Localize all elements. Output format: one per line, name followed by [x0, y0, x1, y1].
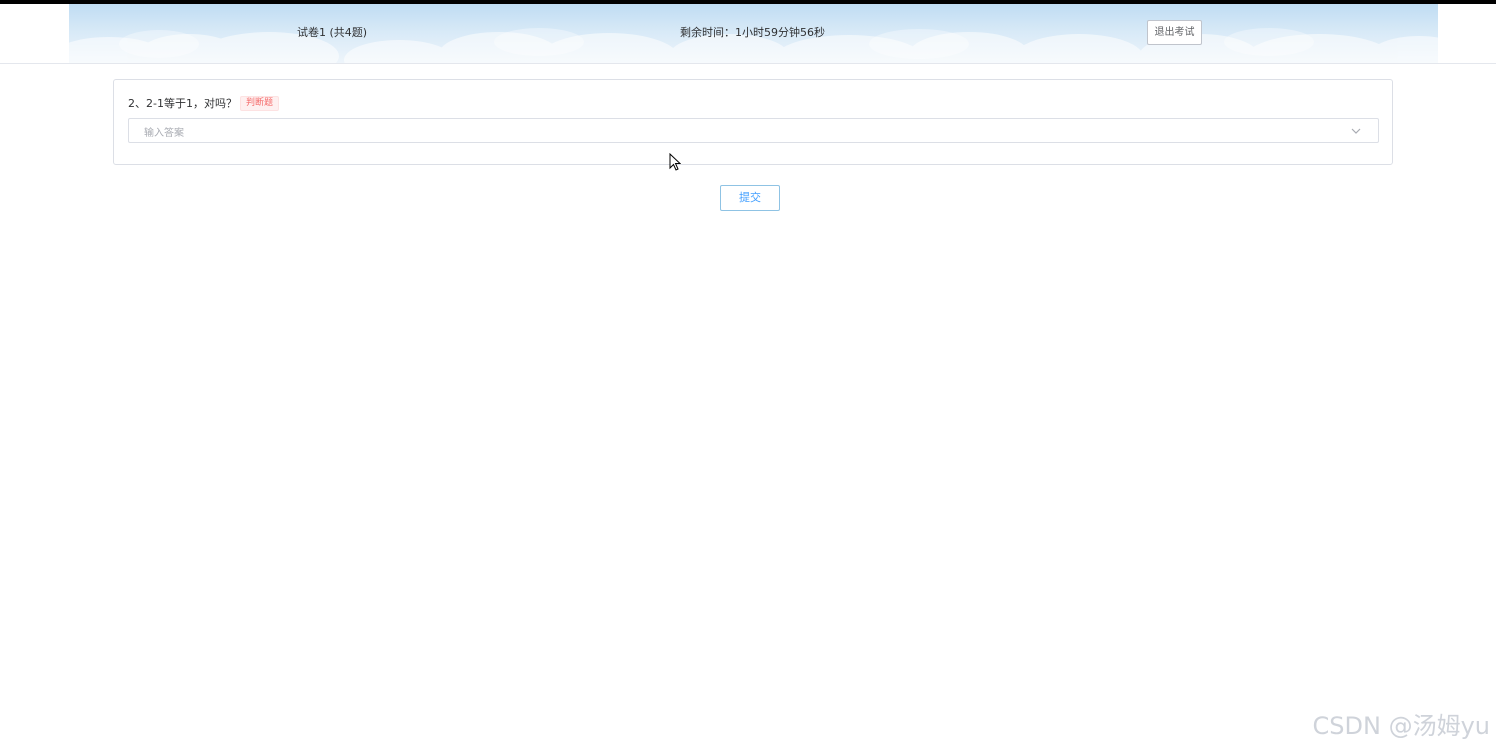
question-line: 2、2-1等于1，对吗？ 判断题: [128, 95, 279, 111]
question-text: 2、2-1等于1，对吗？: [128, 97, 237, 110]
chevron-down-icon: [1351, 128, 1361, 134]
exit-exam-button[interactable]: 退出考试: [1147, 20, 1202, 45]
question-card: 2、2-1等于1，对吗？ 判断题 输入答案: [113, 79, 1393, 165]
paper-title: 试卷1 (共4题): [297, 26, 368, 39]
mouse-cursor-icon: [669, 153, 681, 171]
answer-placeholder: 输入答案: [144, 128, 184, 139]
remaining-time: 剩余时间：1小时59分钟56秒: [680, 26, 825, 39]
watermark: CSDN @汤姆yu: [1312, 712, 1490, 740]
submit-button[interactable]: 提交: [720, 185, 780, 211]
header: 试卷1 (共4题) 剩余时间：1小时59分钟56秒 退出考试: [0, 4, 1496, 64]
header-banner: 试卷1 (共4题) 剩余时间：1小时59分钟56秒 退出考试: [69, 4, 1438, 63]
question-type-badge: 判断题: [239, 95, 279, 111]
answer-select[interactable]: 输入答案: [128, 118, 1379, 143]
